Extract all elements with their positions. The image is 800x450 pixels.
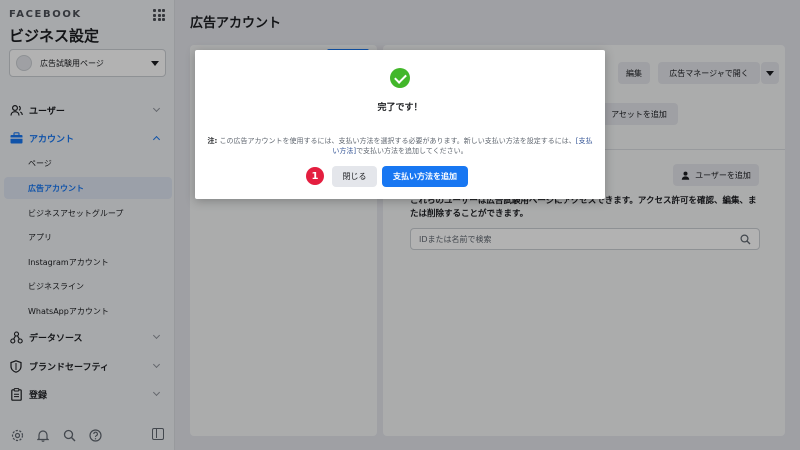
close-button[interactable]: 閉じる [332, 166, 377, 187]
note-prefix: 注: [207, 137, 218, 145]
success-check-icon [390, 68, 410, 88]
step-number-badge: 1 [306, 167, 324, 185]
note-text: この広告アカウントを使用するには、支払い方法を選択する必要があります。新しい支払… [217, 137, 576, 145]
payment-note: 注: この広告アカウントを使用するには、支払い方法を選択する必要があります。新し… [207, 136, 593, 156]
success-dialog: 完了です！ 注: この広告アカウントを使用するには、支払い方法を選択する必要があ… [195, 50, 605, 199]
note-suffix: で支払い方法を追加してください。 [356, 147, 468, 155]
add-payment-method-button[interactable]: 支払い方法を追加 [382, 166, 468, 187]
dialog-title: 完了です！ [377, 103, 423, 113]
